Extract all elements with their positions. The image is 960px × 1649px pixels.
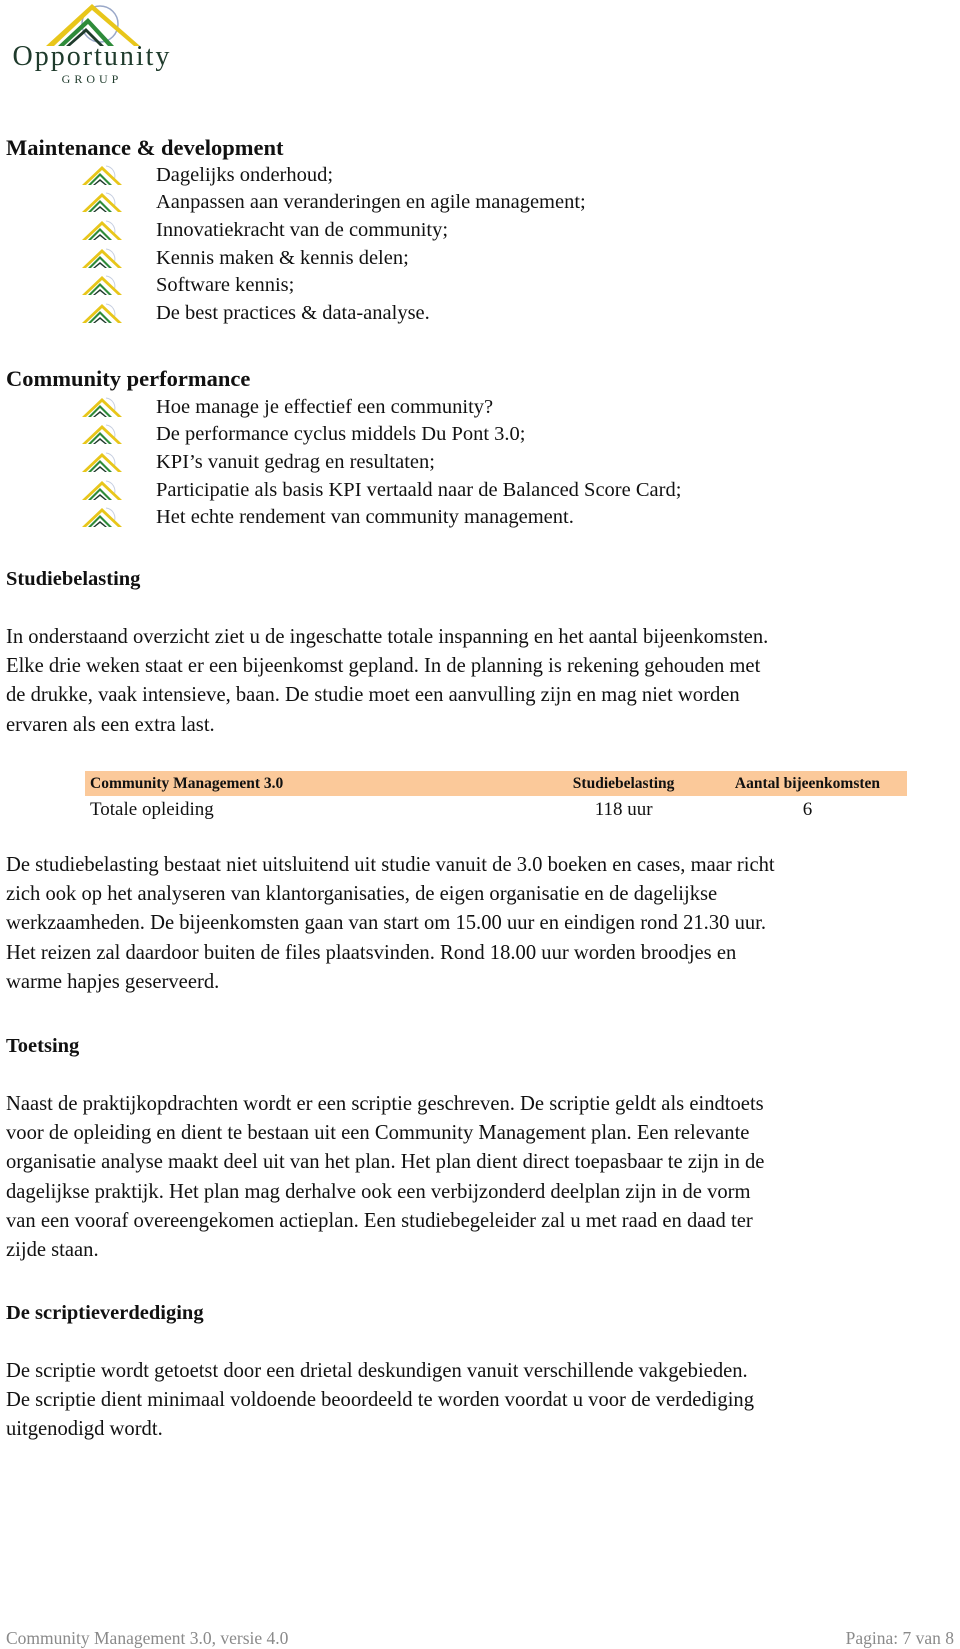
- mountain-bullet-icon: [82, 248, 122, 268]
- mountain-bullet-icon: [82, 192, 122, 213]
- list-item-text: De performance cyclus middels Du Pont 3.…: [156, 423, 526, 446]
- list-item: Hoe manage je effectief een community?: [80, 393, 681, 421]
- heading-performance: Community performance: [6, 366, 251, 391]
- list-item: De performance cyclus middels Du Pont 3.…: [80, 421, 681, 449]
- mountain-bullet-icon: [82, 165, 122, 185]
- list-item-text: Software kennis;: [156, 274, 295, 297]
- studiebelasting-table: Community Management 3.0 Studiebelasting…: [85, 771, 907, 824]
- column-header: Community Management 3.0: [85, 771, 540, 796]
- table-cell: 118 uur: [594, 799, 653, 820]
- list-item-text: Dagelijks onderhoud;: [156, 163, 334, 186]
- mountain-bullet-icon: [82, 507, 122, 528]
- studiebelasting-detail: De studiebelasting bestaat niet uitsluit…: [6, 854, 775, 993]
- mountain-bullet-icon: [82, 220, 122, 240]
- list-item-text: Participatie als basis KPI vertaald naar…: [156, 478, 682, 501]
- column-header: Aantal bijeenkomsten: [707, 771, 907, 796]
- list-item-text: Kennis maken & kennis delen;: [156, 246, 409, 269]
- heading-scriptieverdediging: De scriptieverdediging: [6, 1302, 204, 1324]
- studiebelasting-intro: In onderstaand overzicht ziet u de inges…: [6, 626, 769, 736]
- logo-subtitle: GROUP: [61, 72, 123, 86]
- mountain-bullet-icon: [82, 303, 122, 323]
- table-cell: 6: [802, 799, 813, 820]
- table-header-row: Community Management 3.0 Studiebelasting…: [85, 771, 907, 796]
- list-item-text: Aanpassen aan veranderingen en agile man…: [156, 191, 586, 214]
- footer-document-title: Community Management 3.0, versie 4.0: [6, 1628, 289, 1648]
- mountain-bullet-icon: [82, 397, 122, 417]
- maintenance-list: Dagelijks onderhoud; Aanpassen aan veran…: [80, 161, 586, 327]
- list-item-text: Hoe manage je effectief een community?: [156, 395, 494, 418]
- mountain-bullet-icon: [82, 480, 122, 500]
- opportunity-group-logo: Opportunity GROUP: [2, 2, 180, 88]
- column-header: Studiebelasting: [539, 771, 708, 796]
- list-item: Kennis maken & kennis delen;: [80, 244, 586, 272]
- list-item: Aanpassen aan veranderingen en agile man…: [80, 189, 586, 217]
- footer-page-number: Pagina: 7 van 8: [845, 1628, 954, 1648]
- table-cell: Totale opleiding: [90, 799, 214, 820]
- list-item-text: Innovatiekracht van de community;: [156, 218, 449, 241]
- toetsing-body: Naast de praktijkopdrachten wordt er een…: [6, 1093, 765, 1262]
- list-item: Het echte rendement van community manage…: [80, 503, 681, 531]
- list-item: Dagelijks onderhoud;: [80, 161, 586, 189]
- list-item-text: De best practices & data-analyse.: [156, 301, 430, 324]
- list-item-text: Het echte rendement van community manage…: [156, 506, 574, 529]
- mountain-bullet-icon: [82, 452, 122, 472]
- mountain-bullet-icon: [82, 275, 122, 296]
- heading-toetsing: Toetsing: [6, 1035, 80, 1057]
- table-row: Totale opleiding 118 uur 6: [85, 796, 907, 824]
- list-item: Participatie als basis KPI vertaald naar…: [80, 476, 681, 504]
- heading-studiebelasting: Studiebelasting: [6, 568, 141, 590]
- mountain-bullet-icon: [82, 424, 122, 445]
- list-item: Innovatiekracht van de community;: [80, 216, 586, 244]
- heading-maintenance: Maintenance & development: [6, 135, 284, 160]
- list-item: KPI’s vanuit gedrag en resultaten;: [80, 448, 681, 476]
- performance-list: Hoe manage je effectief een community? D…: [80, 393, 681, 531]
- list-item: De best practices & data-analyse.: [80, 299, 586, 327]
- list-item: Software kennis;: [80, 271, 586, 299]
- verdediging-body: De scriptie wordt getoetst door een drie…: [6, 1360, 755, 1441]
- logo-wordmark: Opportunity: [12, 41, 172, 72]
- list-item-text: KPI’s vanuit gedrag en resultaten;: [156, 450, 435, 473]
